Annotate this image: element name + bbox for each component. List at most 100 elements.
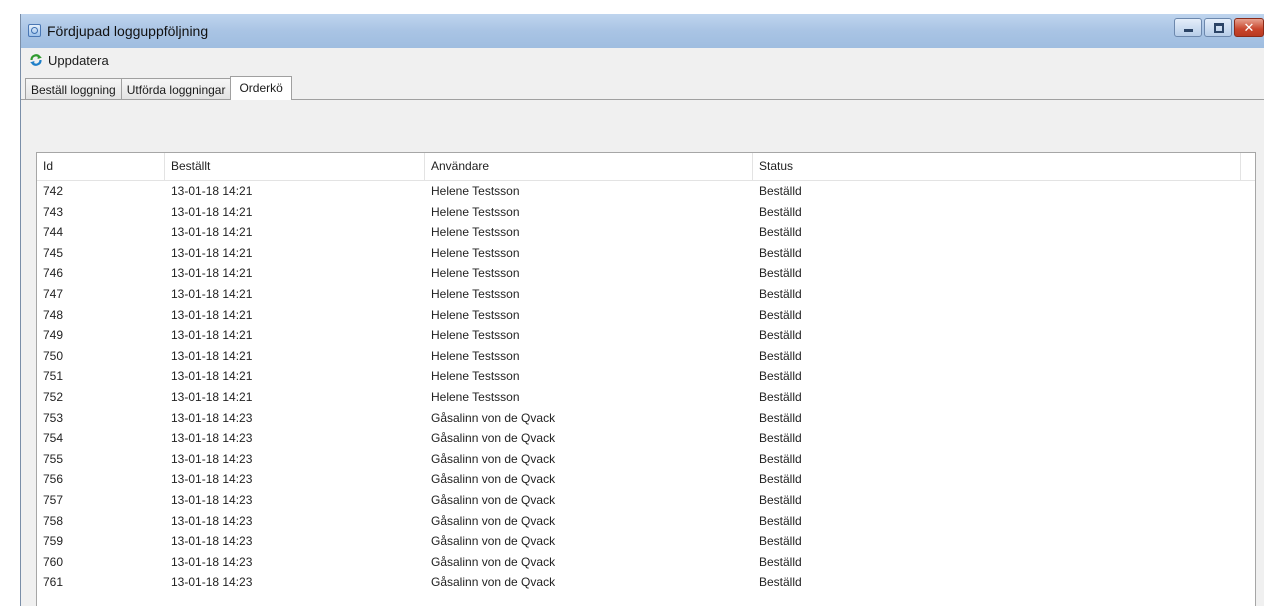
cell-id: 744 <box>43 225 64 240</box>
cell-status: Beställd <box>759 513 802 528</box>
cell-id: 750 <box>43 348 64 363</box>
cell-anvandare: Helene Testsson <box>431 369 520 384</box>
cell-bestallt: 13-01-18 14:23 <box>171 431 253 446</box>
cell-id: 749 <box>43 328 64 343</box>
window-controls: ✕ <box>1172 18 1264 38</box>
tab-orderko[interactable]: Orderkö <box>230 76 292 100</box>
table-row[interactable]: 747 13-01-18 14:21 Helene Testsson Beställd <box>37 284 1255 305</box>
table-row[interactable]: 756 13-01-18 14:23 Gåsalinn von de Qvack Be… <box>37 469 1255 490</box>
cell-status: Beställd <box>759 348 802 363</box>
app-icon <box>28 24 41 37</box>
tab-utforda-loggningar[interactable]: Utförda loggningar <box>120 78 232 100</box>
table-row[interactable]: 746 13-01-18 14:21 Helene Testsson Beställd <box>37 263 1255 284</box>
table-row[interactable]: 759 13-01-18 14:23 Gåsalinn von de Qvack Be… <box>37 531 1255 552</box>
refresh-button[interactable]: Uppdatera <box>25 50 113 70</box>
table-row[interactable]: 749 13-01-18 14:21 Helene Testsson Beställd <box>37 325 1255 346</box>
window-title: Fördjupad logguppföljning <box>47 23 209 39</box>
minimize-icon[interactable] <box>1174 18 1202 37</box>
cell-status: Beställd <box>759 225 802 240</box>
table-row[interactable]: 742 13-01-18 14:21 Helene Testsson Beställd <box>37 181 1255 202</box>
table-row[interactable]: 754 13-01-18 14:23 Gåsalinn von de Qvack Be… <box>37 428 1255 449</box>
cell-id: 760 <box>43 554 64 569</box>
cell-anvandare: Helene Testsson <box>431 328 520 343</box>
close-icon[interactable]: ✕ <box>1234 18 1264 37</box>
cell-anvandare: Gåsalinn von de Qvack <box>431 554 556 569</box>
table-row[interactable]: 755 13-01-18 14:23 Gåsalinn von de Qvack Be… <box>37 449 1255 470</box>
cell-bestallt: 13-01-18 14:23 <box>171 472 253 487</box>
order-queue-table[interactable]: Id Beställt Användare Status 742 13-01-18… <box>36 152 1256 606</box>
toolbar: Uppdatera <box>21 48 1264 72</box>
table-row[interactable]: 750 13-01-18 14:21 Helene Testsson Beställd <box>37 346 1255 367</box>
cell-anvandare: Helene Testsson <box>431 266 520 281</box>
cell-status: Beställd <box>759 451 802 466</box>
table-row[interactable]: 760 13-01-18 14:23 Gåsalinn von de Qvack Be… <box>37 552 1255 573</box>
cell-id: 756 <box>43 472 64 487</box>
refresh-label: Uppdatera <box>48 52 109 68</box>
cell-bestallt: 13-01-18 14:21 <box>171 286 253 301</box>
cell-id: 753 <box>43 410 64 425</box>
cell-bestallt: 13-01-18 14:21 <box>171 328 253 343</box>
column-header-id[interactable]: Id <box>37 153 165 180</box>
tab-bestall-loggning[interactable]: Beställ loggning <box>25 78 122 100</box>
cell-anvandare: Helene Testsson <box>431 225 520 240</box>
table-row[interactable]: 758 13-01-18 14:23 Gåsalinn von de Qvack Be… <box>37 511 1255 532</box>
cell-anvandare: Helene Testsson <box>431 286 520 301</box>
column-header-bestallt[interactable]: Beställt <box>165 153 425 180</box>
cell-anvandare: Helene Testsson <box>431 204 520 219</box>
cell-id: 754 <box>43 431 64 446</box>
cell-bestallt: 13-01-18 14:23 <box>171 451 253 466</box>
table-row[interactable]: 752 13-01-18 14:21 Helene Testsson Beställd <box>37 387 1255 408</box>
cell-bestallt: 13-01-18 14:21 <box>171 348 253 363</box>
cell-id: 746 <box>43 266 64 281</box>
cell-anvandare: Helene Testsson <box>431 184 520 198</box>
table-row[interactable]: 751 13-01-18 14:21 Helene Testsson Beställd <box>37 366 1255 387</box>
table-row[interactable]: 761 13-01-18 14:23 Gåsalinn von de Qvack Be… <box>37 572 1255 593</box>
cell-bestallt: 13-01-18 14:21 <box>171 307 253 322</box>
cell-anvandare: Gåsalinn von de Qvack <box>431 431 556 446</box>
cell-id: 757 <box>43 492 64 507</box>
cell-anvandare: Gåsalinn von de Qvack <box>431 575 556 590</box>
maximize-icon[interactable] <box>1204 18 1232 37</box>
cell-status: Beställd <box>759 554 802 569</box>
table-row[interactable]: 744 13-01-18 14:21 Helene Testsson Beställd <box>37 222 1255 243</box>
cell-bestallt: 13-01-18 14:21 <box>171 369 253 384</box>
cell-status: Beställd <box>759 184 802 198</box>
cell-status: Beställd <box>759 389 802 404</box>
cell-bestallt: 13-01-18 14:21 <box>171 204 253 219</box>
cell-anvandare: Helene Testsson <box>431 348 520 363</box>
cell-bestallt: 13-01-18 14:21 <box>171 184 253 198</box>
cell-status: Beställd <box>759 431 802 446</box>
cell-status: Beställd <box>759 369 802 384</box>
cell-id: 745 <box>43 245 64 260</box>
table-header: Id Beställt Användare Status <box>37 153 1255 181</box>
cell-anvandare: Gåsalinn von de Qvack <box>431 410 556 425</box>
cell-id: 758 <box>43 513 64 528</box>
cell-status: Beställd <box>759 410 802 425</box>
tab-panel-orderko: Id Beställt Användare Status 742 13-01-18… <box>21 99 1264 606</box>
cell-bestallt: 13-01-18 14:21 <box>171 225 253 240</box>
cell-id: 743 <box>43 204 64 219</box>
application-window: Fördjupad logguppföljning ✕ Uppdatera Be… <box>20 14 1264 606</box>
cell-status: Beställd <box>759 307 802 322</box>
table-row[interactable]: 753 13-01-18 14:23 Gåsalinn von de Qvack Be… <box>37 408 1255 429</box>
cell-id: 748 <box>43 307 64 322</box>
table-row[interactable]: 748 13-01-18 14:21 Helene Testsson Beställd <box>37 305 1255 326</box>
cell-bestallt: 13-01-18 14:23 <box>171 513 253 528</box>
cell-bestallt: 13-01-18 14:21 <box>171 389 253 404</box>
cell-id: 752 <box>43 389 64 404</box>
cell-bestallt: 13-01-18 14:23 <box>171 554 253 569</box>
table-row[interactable]: 757 13-01-18 14:23 Gåsalinn von de Qvack Be… <box>37 490 1255 511</box>
column-header-anvandare[interactable]: Användare <box>425 153 753 180</box>
cell-anvandare: Gåsalinn von de Qvack <box>431 451 556 466</box>
column-header-status[interactable]: Status <box>753 153 1241 180</box>
cell-status: Beställd <box>759 472 802 487</box>
cell-bestallt: 13-01-18 14:23 <box>171 410 253 425</box>
cell-status: Beställd <box>759 575 802 590</box>
refresh-icon <box>29 53 43 67</box>
table-row[interactable]: 743 13-01-18 14:21 Helene Testsson Beställd <box>37 202 1255 223</box>
cell-status: Beställd <box>759 534 802 549</box>
table-row[interactable]: 745 13-01-18 14:21 Helene Testsson Beställd <box>37 243 1255 264</box>
cell-status: Beställd <box>759 204 802 219</box>
cell-anvandare: Helene Testsson <box>431 245 520 260</box>
title-bar[interactable]: Fördjupad logguppföljning ✕ <box>21 14 1264 49</box>
